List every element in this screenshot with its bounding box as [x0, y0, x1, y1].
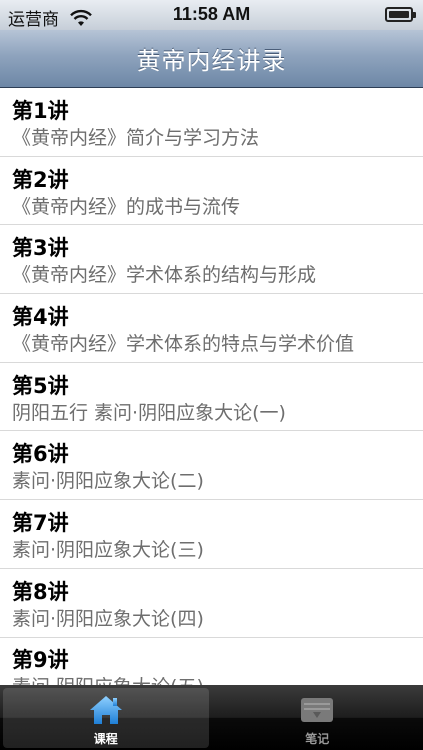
lecture-row-4[interactable]: 第4讲 《黄帝内经》学术体系的特点与学术价值: [0, 294, 423, 363]
lecture-subtitle: 素问·阴阳应象大论(五): [12, 674, 411, 685]
lecture-row-1[interactable]: 第1讲 《黄帝内经》简介与学习方法: [0, 88, 423, 157]
tab-courses[interactable]: 课程: [0, 685, 212, 750]
navigation-bar: 黄帝内经讲录: [0, 30, 423, 88]
page-title: 黄帝内经讲录: [136, 47, 287, 75]
lecture-row-3[interactable]: 第3讲 《黄帝内经》学术体系的结构与形成: [0, 225, 423, 295]
tab-notes[interactable]: 笔记: [212, 685, 423, 750]
lecture-row-2[interactable]: 第2讲 《黄帝内经》的成书与流传: [0, 157, 423, 226]
lecture-subtitle: 素问·阴阳应象大论(四): [12, 607, 204, 630]
lecture-number: 第6讲: [12, 442, 69, 467]
home-icon: [89, 696, 122, 724]
lecture-number: 第7讲: [12, 510, 69, 535]
lecture-number: 第4讲: [12, 304, 69, 329]
status-bar: 运营商 11:58 AM: [0, 0, 423, 30]
lecture-row-8[interactable]: 第8讲 素问·阴阳应象大论(四): [0, 569, 423, 638]
lecture-list[interactable]: 第1讲 《黄帝内经》简介与学习方法 第2讲 《黄帝内经》的成书与流传 第3讲 《…: [0, 88, 423, 685]
lecture-number: 第2讲: [12, 167, 69, 192]
lecture-number: 第9讲: [12, 648, 69, 673]
status-time: 11:58 AM: [172, 4, 251, 24]
lecture-row-6[interactable]: 第6讲 素问·阴阳应象大论(二): [0, 431, 423, 501]
lecture-subtitle: 素问·阴阳应象大论(三): [12, 538, 204, 561]
lecture-number: 第1讲: [12, 98, 69, 123]
lecture-subtitle: 《黄帝内经》简介与学习方法: [12, 126, 260, 149]
lecture-number: 第5讲: [12, 373, 69, 398]
lecture-row-5[interactable]: 第5讲 阴阳五行 素问·阴阳应象大论(一): [0, 363, 423, 432]
lecture-number: 第3讲: [12, 236, 69, 261]
notebook-icon: [301, 698, 334, 722]
lecture-subtitle: 《黄帝内经》学术体系的结构与形成: [12, 264, 317, 287]
lecture-row-7[interactable]: 第7讲 素问·阴阳应象大论(三): [0, 500, 423, 569]
lecture-subtitle: 素问·阴阳应象大论(二): [12, 470, 204, 493]
lecture-row-9[interactable]: 第9讲 素问·阴阳应象大论(五): [0, 638, 423, 685]
lecture-number: 第8讲: [12, 579, 69, 604]
tab-bar: 课程 笔记: [0, 685, 423, 750]
tab-label: 笔记: [305, 732, 330, 746]
battery-icon: [385, 7, 416, 22]
tab-label: 课程: [93, 732, 118, 746]
lecture-subtitle: 阴阳五行 素问·阴阳应象大论(一): [12, 401, 286, 424]
lecture-subtitle: 《黄帝内经》学术体系的特点与学术价值: [12, 332, 355, 355]
lecture-subtitle: 《黄帝内经》的成书与流传: [12, 195, 241, 218]
